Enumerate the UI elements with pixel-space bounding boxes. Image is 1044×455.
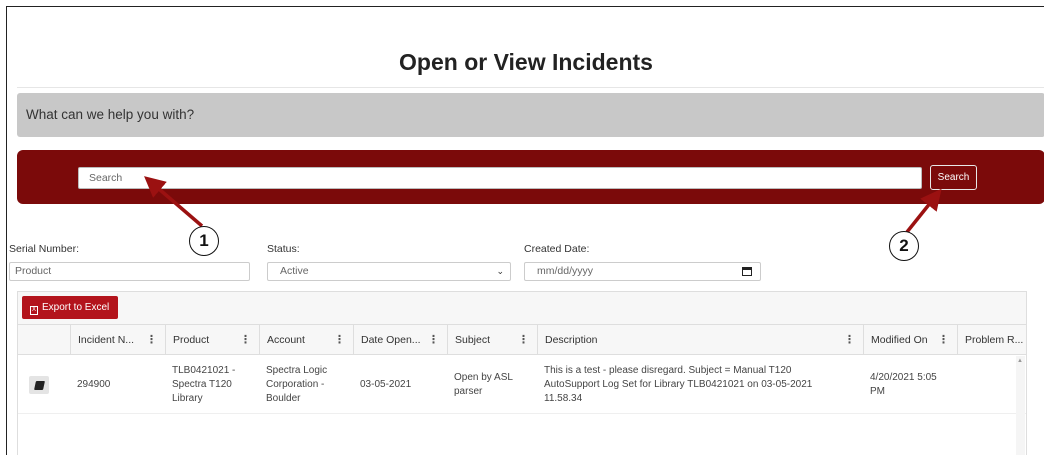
header-label: Subject [455, 334, 491, 346]
grid-toolbar: X Export to Excel [18, 292, 1026, 325]
created-date-label: Created Date: [524, 243, 590, 255]
incidents-grid: X Export to Excel Incident N... ⋮ Product ⋮… [17, 291, 1027, 455]
callout-1: 1 [189, 226, 219, 256]
header-description[interactable]: Description ⋮ [537, 325, 863, 355]
serial-number-field[interactable]: Product [9, 262, 250, 281]
header-date-opened[interactable]: Date Open... ⋮ [353, 325, 447, 355]
calendar-icon[interactable] [742, 267, 752, 276]
cell-modified-on: 4/20/2021 5:05 PM [870, 372, 937, 397]
header-label: Description [545, 334, 598, 346]
search-band: Search [17, 150, 1044, 204]
header-label: Problem R... [965, 334, 1024, 346]
header-label: Date Open... [361, 334, 421, 346]
status-select[interactable]: Active ⌄ [267, 262, 511, 281]
grid-header: Incident N... ⋮ Product ⋮ Account ⋮ Date Op… [18, 325, 1026, 355]
cell-account: Spectra Logic Corporation - Boulder [266, 365, 328, 404]
kebab-menu-icon[interactable]: ⋮ [844, 325, 855, 355]
header-account[interactable]: Account ⋮ [259, 325, 353, 355]
kebab-menu-icon[interactable]: ⋮ [518, 325, 529, 355]
kebab-menu-icon[interactable]: ⋮ [334, 325, 345, 355]
header-modified-on[interactable]: Modified On ⋮ [863, 325, 957, 355]
header-problem-report[interactable]: Problem R... [957, 325, 1026, 355]
help-bar: What can we help you with? [17, 93, 1044, 137]
edit-icon [33, 380, 45, 390]
kebab-menu-icon[interactable]: ⋮ [146, 325, 157, 355]
page-title: Open or View Incidents [399, 49, 653, 75]
cell-problem-report [957, 356, 1016, 414]
excel-icon: X [30, 306, 38, 315]
header-product[interactable]: Product ⋮ [165, 325, 259, 355]
title-divider [17, 87, 1044, 88]
export-label: Export to Excel [42, 302, 110, 313]
cell-description: This is a test - please disregard. Subje… [544, 365, 813, 404]
callout-2: 2 [889, 231, 919, 261]
cell-subject: Open by ASL parser [454, 372, 513, 397]
search-button[interactable]: Search [930, 165, 977, 190]
table-row[interactable]: 294900 TLB0421021 - Spectra T120 Library… [18, 356, 1026, 414]
chevron-down-icon: ⌄ [496, 266, 504, 276]
cell-product: TLB0421021 - Spectra T120 Library [172, 365, 236, 404]
vertical-scrollbar[interactable]: ▲ [1016, 356, 1025, 455]
kebab-menu-icon[interactable]: ⋮ [240, 325, 251, 355]
kebab-menu-icon[interactable]: ⋮ [428, 325, 439, 355]
created-date-placeholder: mm/dd/yyyy [537, 265, 594, 277]
status-label: Status: [267, 243, 300, 255]
header-select-column [18, 325, 70, 355]
cell-incident-number[interactable]: 294900 [70, 356, 165, 414]
header-label: Modified On [871, 334, 928, 346]
help-prompt: What can we help you with? [26, 107, 195, 122]
created-date-field[interactable]: mm/dd/yyyy [524, 262, 761, 281]
export-to-excel-button[interactable]: X Export to Excel [22, 296, 119, 319]
edit-button[interactable] [29, 376, 49, 394]
search-input[interactable] [78, 167, 922, 189]
cell-date-opened: 03-05-2021 [360, 379, 412, 390]
header-incident-number[interactable]: Incident N... ⋮ [70, 325, 165, 355]
kebab-menu-icon[interactable]: ⋮ [938, 325, 949, 355]
header-label: Incident N... [78, 334, 135, 346]
page-frame: Open or View Incidents What can we help … [6, 6, 1044, 455]
header-subject[interactable]: Subject ⋮ [447, 325, 537, 355]
scroll-up-icon[interactable]: ▲ [1017, 358, 1023, 364]
serial-number-label: Serial Number: [9, 243, 80, 255]
header-label: Account [267, 334, 305, 346]
row-action-cell [21, 356, 70, 414]
header-label: Product [173, 334, 210, 346]
status-value: Active [280, 265, 309, 277]
